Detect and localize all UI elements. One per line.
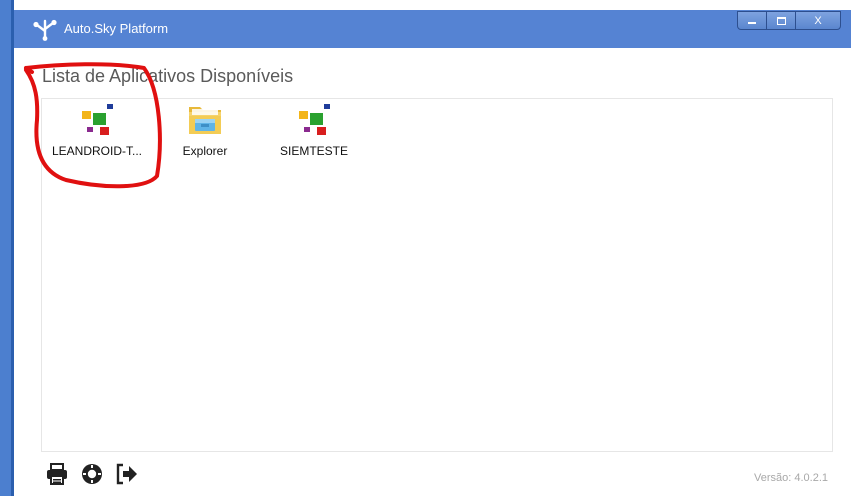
title-bar[interactable]: Auto.Sky Platform X xyxy=(14,10,851,48)
footer-toolbar xyxy=(45,461,150,487)
app-tile-siemteste[interactable]: SIEMTESTE xyxy=(262,99,366,169)
version-label: Versão: 4.0.2.1 xyxy=(754,472,828,484)
printer-icon[interactable] xyxy=(45,462,69,486)
minimize-icon xyxy=(748,22,756,25)
app-label: SIEMTESTE xyxy=(279,144,348,158)
colored-tiles-app-icon xyxy=(299,104,330,135)
auto-sky-logo-icon xyxy=(33,19,57,41)
app-tile-leandroid[interactable]: LEANDROID-T... xyxy=(44,99,150,169)
app-label: LEANDROID-T... xyxy=(51,144,142,158)
app-label: Explorer xyxy=(182,144,228,158)
sign-out-icon[interactable] xyxy=(115,462,139,486)
window-left-border xyxy=(0,0,14,496)
app-window: Auto.Sky Platform X Lista de Aplicativos… xyxy=(0,0,851,496)
page-title: Lista de Aplicativos Disponíveis xyxy=(42,66,294,86)
file-explorer-folder-icon xyxy=(189,107,221,134)
minimize-button[interactable] xyxy=(737,11,767,30)
maximize-icon xyxy=(776,17,786,26)
close-icon: X xyxy=(814,15,822,27)
gear-icon[interactable] xyxy=(80,462,104,486)
maximize-button[interactable] xyxy=(766,11,796,30)
app-tile-explorer[interactable]: Explorer xyxy=(167,99,243,169)
close-button[interactable]: X xyxy=(795,11,841,30)
colored-tiles-app-icon xyxy=(82,104,113,135)
window-controls: X xyxy=(737,11,841,31)
window-title: Auto.Sky Platform xyxy=(64,21,169,36)
app-list-panel: LEANDROID-T... Explorer SIEMTESTE xyxy=(41,98,833,452)
